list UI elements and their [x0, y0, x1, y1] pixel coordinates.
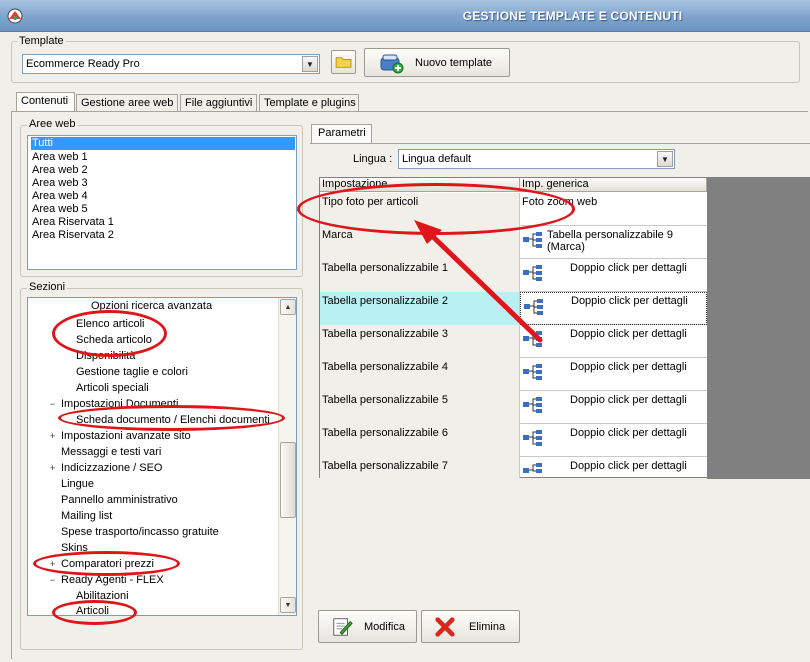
collapse-icon[interactable]: − — [48, 400, 57, 409]
scroll-down-icon[interactable]: ▼ — [280, 597, 296, 613]
tree-item[interactable]: Messaggi e testi vari — [61, 444, 161, 460]
column-header[interactable]: Imp. generica — [520, 178, 707, 192]
tree-structure-icon — [523, 397, 542, 413]
row-value: Doppio click per dettagli — [570, 427, 687, 439]
title-bar: GESTIONE TEMPLATE E CONTENUTI — [0, 0, 810, 32]
tree-structure-icon — [523, 430, 542, 446]
row-value-cell[interactable]: Doppio click per dettagli — [520, 391, 707, 424]
annotation-ellipse — [58, 405, 285, 431]
tree-item[interactable]: Articoli speciali — [76, 380, 149, 396]
annotation-arrow — [414, 220, 543, 343]
row-value: Doppio click per dettagli — [570, 394, 687, 406]
template-select[interactable]: Ecommerce Ready Pro ▼ — [22, 54, 320, 74]
chevron-down-icon[interactable]: ▼ — [657, 151, 673, 167]
open-folder-button[interactable] — [331, 50, 356, 74]
delete-icon — [435, 617, 455, 637]
tab-gestione-aree-web[interactable]: Gestione aree web — [76, 94, 178, 112]
lingua-label: Lingua : — [353, 153, 393, 165]
tree-item[interactable]: Gestione taglie e colori — [76, 364, 188, 380]
sezioni-label: Sezioni — [27, 281, 68, 293]
parametri-panel-line — [310, 143, 810, 144]
row-value-cell[interactable]: Doppio click per dettagli — [520, 424, 707, 457]
tab-contenuti[interactable]: Contenuti — [16, 92, 75, 112]
tree-structure-icon — [523, 364, 542, 380]
new-template-icon — [380, 54, 404, 74]
row-value-cell[interactable]: Doppio click per dettagli — [520, 457, 707, 478]
lingua-select-value: Lingua default — [402, 153, 472, 165]
list-item[interactable]: Area Riservata 2 — [31, 229, 295, 242]
annotation-ellipse — [52, 310, 167, 357]
list-item[interactable]: Tutti — [31, 137, 295, 150]
annotation-ellipse — [52, 600, 137, 625]
row-value: Doppio click per dettagli — [570, 361, 687, 373]
row-value: Doppio click per dettagli — [570, 460, 687, 472]
tree-scrollbar[interactable]: ▲ ▼ — [278, 298, 296, 615]
window-title: GESTIONE TEMPLATE E CONTENUTI — [462, 9, 683, 23]
tree-item[interactable]: Indicizzazione / SEO — [61, 460, 163, 476]
list-item[interactable]: Area web 5 — [31, 203, 295, 216]
template-group-label: Template — [17, 35, 66, 47]
table-row[interactable]: Tabella personalizzabile 5 Doppio click … — [320, 391, 707, 424]
tree-item[interactable]: Spese trasporto/incasso gratuite — [61, 524, 219, 540]
tree-item[interactable]: Lingue — [61, 476, 94, 492]
new-template-label: Nuovo template — [415, 57, 493, 69]
elimina-label: Elimina — [469, 621, 506, 633]
chevron-down-icon[interactable]: ▼ — [302, 56, 318, 72]
new-template-button[interactable]: Nuovo template — [364, 48, 510, 77]
template-select-value: Ecommerce Ready Pro — [26, 58, 140, 70]
table-row[interactable]: Tabella personalizzabile 6 Doppio click … — [320, 424, 707, 457]
row-name: Tabella personalizzabile 6 — [320, 424, 520, 457]
row-name: Tabella personalizzabile 5 — [320, 391, 520, 424]
aree-web-list[interactable]: Tutti Area web 1 Area web 2 Area web 3 A… — [27, 135, 297, 270]
annotation-ellipse — [33, 551, 180, 576]
collapse-icon[interactable]: − — [48, 576, 57, 585]
scroll-up-icon[interactable]: ▲ — [280, 299, 296, 315]
tree-item[interactable]: Mailing list — [61, 508, 112, 524]
row-name: Tabella personalizzabile 7 — [320, 457, 520, 478]
table-row[interactable]: Tabella personalizzabile 4 Doppio click … — [320, 358, 707, 391]
expand-icon[interactable]: + — [48, 464, 57, 473]
list-item[interactable]: Area web 4 — [31, 190, 295, 203]
aree-web-label: Aree web — [27, 118, 78, 130]
tab-parametri[interactable]: Parametri — [311, 124, 372, 144]
tree-structure-icon — [523, 463, 542, 473]
folder-icon — [335, 57, 352, 68]
tab-file-aggiuntivi[interactable]: File aggiuntivi — [180, 94, 257, 112]
grid-empty-area — [707, 178, 810, 479]
modifica-button[interactable]: Modifica — [318, 610, 417, 643]
expand-icon[interactable]: + — [48, 432, 57, 441]
row-value-cell[interactable]: Doppio click per dettagli — [520, 358, 707, 391]
list-item[interactable]: Area web 3 — [31, 177, 295, 190]
tree-item[interactable]: Pannello amministrativo — [61, 492, 178, 508]
list-item[interactable]: Area web 2 — [31, 164, 295, 177]
row-name: Tabella personalizzabile 4 — [320, 358, 520, 391]
tab-template-e-plugins[interactable]: Template e plugins — [259, 94, 359, 112]
elimina-button[interactable]: Elimina — [421, 610, 520, 643]
modifica-label: Modifica — [364, 621, 405, 633]
scrollbar-thumb[interactable] — [280, 442, 296, 518]
list-item[interactable]: Area web 1 — [31, 151, 295, 164]
lingua-select[interactable]: Lingua default ▼ — [398, 149, 675, 169]
list-item[interactable]: Area Riservata 1 — [31, 216, 295, 229]
edit-icon — [333, 618, 353, 636]
table-row[interactable]: Tabella personalizzabile 7 Doppio click … — [320, 457, 707, 478]
